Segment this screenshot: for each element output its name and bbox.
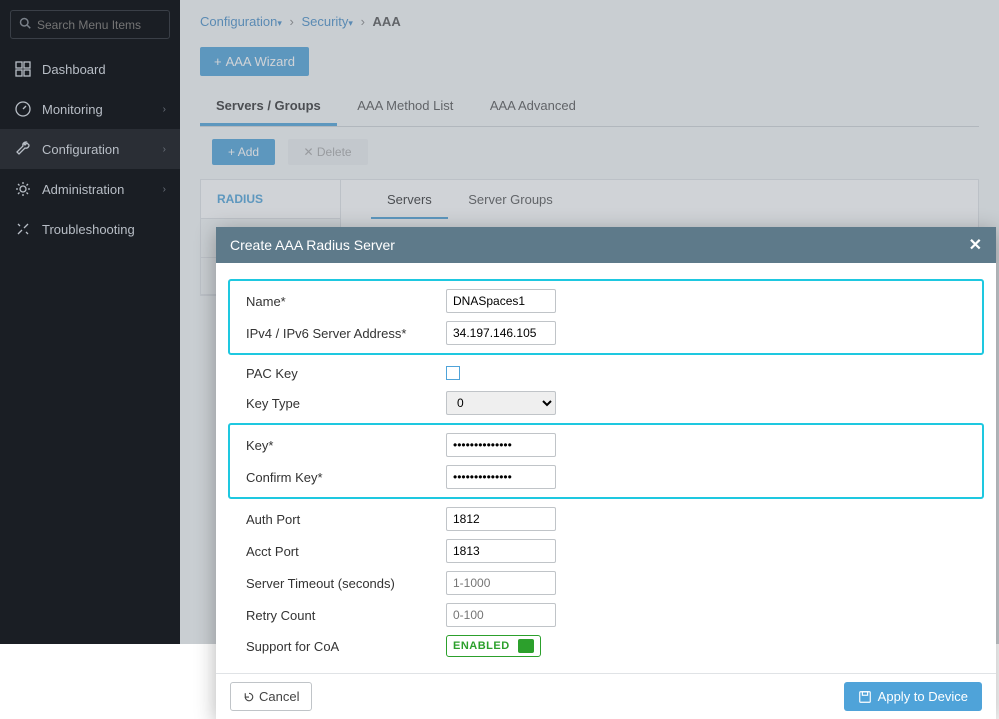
apply-button[interactable]: Apply to Device bbox=[844, 682, 982, 711]
nav-label: Administration bbox=[42, 182, 124, 197]
acct-port-input[interactable] bbox=[446, 539, 556, 563]
sidebar-search[interactable] bbox=[10, 10, 170, 39]
name-label: Name* bbox=[246, 294, 446, 309]
tab-advanced[interactable]: AAA Advanced bbox=[474, 90, 592, 123]
gauge-icon bbox=[14, 100, 32, 118]
key-label: Key* bbox=[246, 438, 446, 453]
search-icon bbox=[19, 17, 31, 32]
aaa-wizard-button[interactable]: + AAA Wizard bbox=[200, 47, 309, 76]
top-tabs: Servers / Groups AAA Method List AAA Adv… bbox=[200, 90, 979, 127]
modal-footer: Cancel Apply to Device bbox=[216, 673, 996, 719]
search-input[interactable] bbox=[37, 18, 192, 32]
gear-icon bbox=[14, 180, 32, 198]
tab-servers-groups[interactable]: Servers / Groups bbox=[200, 90, 337, 126]
name-input[interactable] bbox=[446, 289, 556, 313]
tab-servers[interactable]: Servers bbox=[371, 180, 448, 219]
retry-input[interactable] bbox=[446, 603, 556, 627]
modal-title: Create AAA Radius Server bbox=[230, 237, 395, 253]
plus-icon: + bbox=[214, 54, 222, 69]
toggle-state: ENABLED bbox=[453, 640, 510, 652]
pac-checkbox[interactable] bbox=[446, 366, 460, 380]
breadcrumb-current: AAA bbox=[373, 14, 401, 29]
ckey-label: Confirm Key* bbox=[246, 470, 446, 485]
nav-label: Configuration bbox=[42, 142, 119, 157]
confirm-key-input[interactable] bbox=[446, 465, 556, 489]
chevron-right-icon: › bbox=[163, 184, 166, 195]
toggle-knob bbox=[518, 639, 534, 653]
nav-dashboard[interactable]: Dashboard bbox=[0, 49, 180, 89]
keytype-label: Key Type bbox=[246, 396, 446, 411]
chevron-right-icon: › bbox=[163, 144, 166, 155]
key-input[interactable] bbox=[446, 433, 556, 457]
nav-label: Dashboard bbox=[42, 62, 106, 77]
coa-label: Support for CoA bbox=[246, 639, 446, 654]
auth-label: Auth Port bbox=[246, 512, 446, 527]
addr-label: IPv4 / IPv6 Server Address* bbox=[246, 326, 446, 341]
highlight-name-addr: Name* IPv4 / IPv6 Server Address* bbox=[228, 279, 984, 355]
modal-header: Create AAA Radius Server ✕ bbox=[216, 227, 996, 263]
undo-icon bbox=[243, 691, 255, 703]
dashboard-icon bbox=[14, 60, 32, 78]
create-radius-modal: Create AAA Radius Server ✕ Name* IPv4 / … bbox=[216, 227, 996, 719]
delete-button[interactable]: ✕ Delete bbox=[288, 139, 368, 165]
breadcrumb-item[interactable]: Security bbox=[301, 14, 348, 29]
chevron-right-icon: › bbox=[163, 104, 166, 115]
add-button[interactable]: + Add bbox=[212, 139, 275, 165]
tab-method-list[interactable]: AAA Method List bbox=[341, 90, 469, 123]
nav-configuration[interactable]: Configuration › bbox=[0, 129, 180, 169]
keytype-select[interactable]: 0 bbox=[446, 391, 556, 415]
nav-troubleshooting[interactable]: Troubleshooting bbox=[0, 209, 180, 249]
timeout-input[interactable] bbox=[446, 571, 556, 595]
coa-toggle[interactable]: ENABLED bbox=[446, 635, 541, 657]
tab-radius[interactable]: RADIUS bbox=[201, 180, 340, 219]
sidebar: Dashboard Monitoring › Configuration › A… bbox=[0, 0, 180, 644]
pac-label: PAC Key bbox=[246, 366, 446, 381]
breadcrumb-sep: › bbox=[289, 14, 293, 29]
save-icon bbox=[858, 690, 872, 704]
addr-input[interactable] bbox=[446, 321, 556, 345]
tab-server-groups[interactable]: Server Groups bbox=[452, 180, 569, 217]
highlight-keys: Key* Confirm Key* bbox=[228, 423, 984, 499]
nav-administration[interactable]: Administration › bbox=[0, 169, 180, 209]
auth-port-input[interactable] bbox=[446, 507, 556, 531]
wrench-icon bbox=[14, 140, 32, 158]
nav-label: Monitoring bbox=[42, 102, 103, 117]
breadcrumb: Configuration▾ › Security▾ › AAA bbox=[200, 0, 979, 39]
close-icon[interactable]: ✕ bbox=[969, 235, 982, 255]
breadcrumb-sep: › bbox=[361, 14, 365, 29]
acct-label: Acct Port bbox=[246, 544, 446, 559]
action-row: + Add ✕ Delete bbox=[212, 139, 979, 165]
cancel-button[interactable]: Cancel bbox=[230, 682, 312, 711]
timeout-label: Server Timeout (seconds) bbox=[246, 576, 446, 591]
nav-label: Troubleshooting bbox=[42, 222, 135, 237]
tools-icon bbox=[14, 220, 32, 238]
nav-monitoring[interactable]: Monitoring › bbox=[0, 89, 180, 129]
modal-body: Name* IPv4 / IPv6 Server Address* PAC Ke… bbox=[216, 263, 996, 673]
breadcrumb-item[interactable]: Configuration bbox=[200, 14, 277, 29]
retry-label: Retry Count bbox=[246, 608, 446, 623]
